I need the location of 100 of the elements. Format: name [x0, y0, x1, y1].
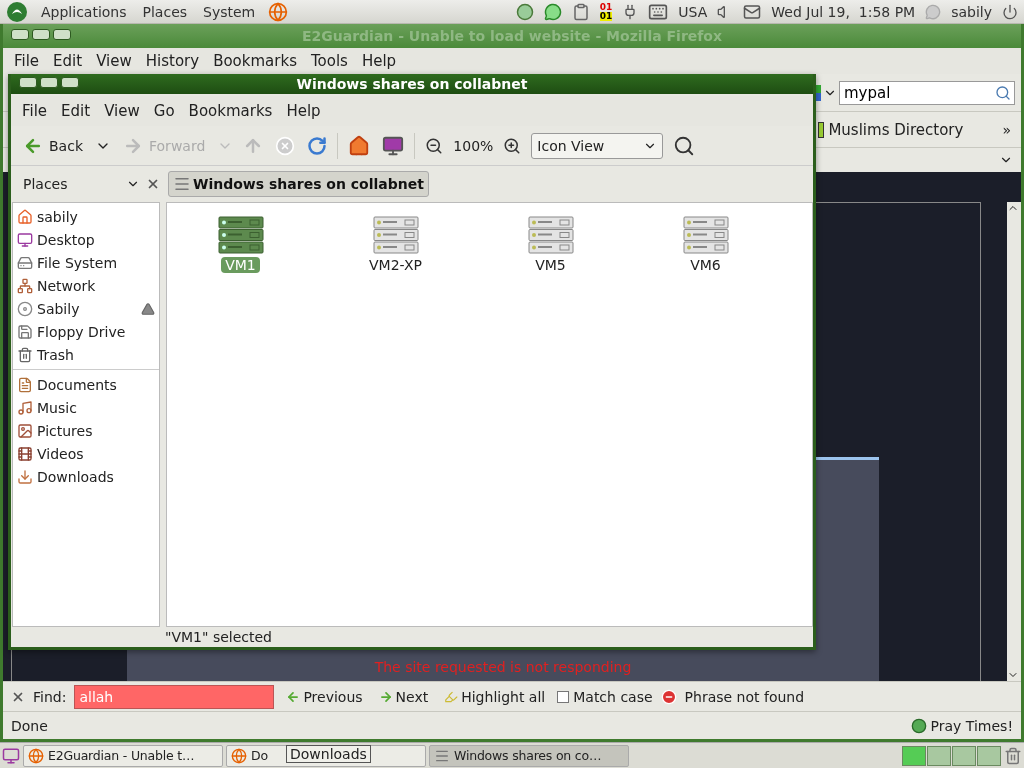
home-icon: [17, 208, 33, 225]
floppy-icon: [17, 323, 33, 340]
find-label: Find:: [33, 688, 67, 705]
menu-item[interactable]: Help: [281, 102, 326, 120]
view-select[interactable]: Icon View: [531, 132, 664, 159]
file-label[interactable]: VM2-XP: [365, 257, 426, 273]
path-button[interactable]: Windows shares on collabnet: [168, 171, 429, 197]
menu-item[interactable]: File: [9, 52, 45, 70]
bookmark-link[interactable]: Muslims Directory: [828, 120, 999, 139]
status-text: Done: [11, 717, 48, 734]
workspace[interactable]: [977, 745, 1001, 766]
globe-icon: [28, 747, 44, 764]
menu-item[interactable]: Bookmarks: [183, 102, 278, 120]
music-icon: [17, 399, 33, 416]
arrow-right-icon: [378, 689, 393, 704]
next-button[interactable]: Next: [374, 688, 433, 705]
user-name[interactable]: sabily: [951, 3, 992, 20]
monitor-icon: [17, 231, 33, 248]
menu-item[interactable]: Tools: [305, 52, 353, 70]
film-icon: [17, 445, 33, 462]
sidebar-item[interactable]: Downloads: [37, 468, 155, 485]
menu-item[interactable]: View: [91, 52, 137, 70]
zoom-level: 100%: [453, 137, 494, 154]
match-case-checkbox[interactable]: Match case: [557, 688, 653, 705]
addon-label[interactable]: Pray Times!: [930, 717, 1013, 734]
menu-item[interactable]: Edit: [48, 52, 88, 70]
menu-item[interactable]: Go: [148, 102, 180, 120]
menu-item[interactable]: File: [17, 102, 53, 120]
highlight-button[interactable]: Highlight all: [440, 688, 550, 705]
sidebar-item[interactable]: Sabily: [37, 300, 137, 317]
close-icon[interactable]: [146, 177, 160, 191]
minimize-button[interactable]: [32, 29, 50, 40]
sidebar-item[interactable]: Trash: [37, 346, 155, 363]
maximize-button[interactable]: [53, 29, 71, 40]
sidebar-item[interactable]: Network: [37, 277, 155, 294]
file-label[interactable]: VM5: [531, 257, 570, 273]
sidebar-item[interactable]: sabily: [37, 208, 155, 225]
list-icon: [173, 175, 191, 193]
find-status: Phrase not found: [684, 688, 805, 705]
sidebar-title[interactable]: Places: [23, 176, 120, 192]
workspace[interactable]: [952, 745, 976, 766]
arrow-left-icon: [286, 689, 301, 704]
network-icon: [17, 277, 33, 294]
keyboard-layout[interactable]: USA: [678, 3, 708, 20]
indicator-number: 01: [599, 11, 613, 21]
menu-item[interactable]: View: [99, 102, 145, 120]
show-desktop-icon[interactable]: [2, 746, 20, 765]
sidebar-item[interactable]: Pictures: [37, 422, 155, 439]
sidebar-item[interactable]: Desktop: [37, 231, 155, 248]
search-icon[interactable]: [995, 84, 1011, 101]
taskbar-button[interactable]: Windows shares on co…: [429, 744, 629, 767]
sidebar-item[interactable]: Music: [37, 399, 155, 416]
workspace[interactable]: [927, 745, 951, 766]
search-field[interactable]: mypal: [839, 80, 1015, 105]
power-icon[interactable]: [1002, 3, 1018, 20]
clipboard-icon[interactable]: [571, 2, 590, 21]
menu-item[interactable]: Help: [356, 52, 402, 70]
minimize-button[interactable]: [40, 77, 58, 88]
menu-item[interactable]: History: [140, 52, 205, 70]
document-icon: [17, 376, 33, 393]
disc-icon: [17, 300, 33, 317]
mail-icon[interactable]: [743, 2, 762, 21]
menu-item[interactable]: Bookmarks: [208, 52, 302, 70]
overflow-button[interactable]: »: [1002, 121, 1011, 138]
trash-icon[interactable]: [1004, 746, 1022, 765]
sidebar-item[interactable]: File System: [37, 254, 155, 271]
error-message: The site requested is not responding: [374, 659, 632, 675]
panel-menu[interactable]: System: [200, 3, 259, 20]
scrollbar[interactable]: [1007, 202, 1021, 681]
tooltip: Downloads: [286, 745, 371, 763]
picture-icon: [17, 422, 33, 439]
logo-icon: [6, 0, 28, 23]
status-icon[interactable]: [515, 2, 534, 21]
file-label[interactable]: VM6: [686, 257, 725, 273]
taskbar-button[interactable]: E2Guardian - Unable t…: [23, 744, 223, 767]
window-title: Windows shares on collabnet: [11, 74, 813, 94]
highlighter-icon: [444, 689, 459, 704]
maximize-button[interactable]: [61, 77, 79, 88]
workspace[interactable]: [902, 745, 926, 766]
clock[interactable]: Wed Jul 19, 1:58 PM: [771, 3, 916, 20]
panel-menu[interactable]: Applications: [38, 3, 130, 20]
window-title: E2Guardian - Unable to load website - Mozilla Firefox: [3, 24, 1021, 48]
close-button[interactable]: [11, 29, 29, 40]
bookmark-icon: [818, 121, 825, 138]
download-icon: [17, 468, 33, 485]
menu-item[interactable]: Edit: [56, 102, 96, 120]
status-text: "VM1" selected: [165, 629, 272, 645]
globe-icon: [231, 747, 247, 764]
panel-menu[interactable]: Places: [139, 3, 191, 20]
back-button[interactable]: Back: [19, 133, 87, 158]
indicator-number: 01: [599, 2, 613, 12]
trash-icon: [17, 346, 33, 363]
chat-icon[interactable]: [543, 2, 562, 21]
close-button[interactable]: [19, 77, 37, 88]
sidebar-item[interactable]: Videos: [37, 445, 155, 462]
sidebar-item[interactable]: Floppy Drive: [37, 323, 155, 340]
sidebar-item[interactable]: Documents: [37, 376, 155, 393]
hard-drive-icon: [17, 254, 33, 271]
previous-button[interactable]: Previous: [282, 688, 367, 705]
eject-icon[interactable]: [141, 301, 155, 316]
